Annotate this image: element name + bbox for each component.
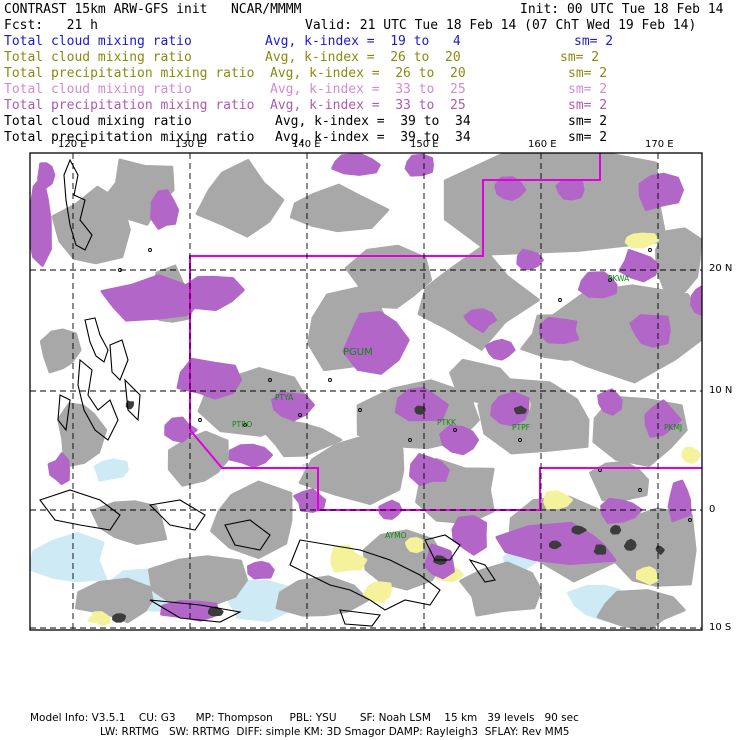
lon-label: 160 E xyxy=(528,139,557,150)
precipitation-mixing-area xyxy=(690,285,702,316)
lon-label: 130 E xyxy=(175,139,204,150)
dense-cloud-core xyxy=(549,540,562,550)
cloud-mixing-area xyxy=(148,555,248,608)
lat-label-10s: 10 S xyxy=(709,622,732,633)
dense-cloud-core xyxy=(623,538,637,551)
precipitation-mixing-area xyxy=(555,179,585,201)
model-info-line1: Model Info: V3.5.1 CU: G3 MP: Thompson P… xyxy=(30,712,579,724)
precipitation-area-yellow xyxy=(405,537,424,554)
precipitation-mixing-area xyxy=(37,162,56,189)
station-label: PTRO xyxy=(232,420,252,429)
dense-cloud-core xyxy=(414,405,426,415)
model-info-line2: LW: RRTMG SW: RRTMG DIFF: simple KM: 3D … xyxy=(100,726,570,738)
station-label: PTPF xyxy=(512,423,530,432)
lat-label-10n: 10 N xyxy=(709,385,733,396)
station-label: PTKK xyxy=(437,418,457,427)
dense-cloud-core xyxy=(593,544,607,555)
lon-label: 120 E xyxy=(58,139,87,150)
lon-label: 140 E xyxy=(292,139,321,150)
station-label: PTYA xyxy=(275,393,294,402)
precipitation-mixing-area xyxy=(404,153,434,177)
dense-cloud-core xyxy=(610,524,622,535)
dense-cloud-core xyxy=(514,405,527,415)
station-label: PGUM xyxy=(343,347,373,358)
station-label: AYMO xyxy=(385,531,407,540)
station-label: PKWA xyxy=(608,274,630,283)
light-blue-cloud-area xyxy=(93,458,129,482)
map-field-layer xyxy=(30,153,702,630)
weather-map: 120 E 130 E 140 E 150 E 160 E 170 E PTYA PGUM PT… xyxy=(29,139,703,631)
cloud-mixing-area xyxy=(655,227,702,293)
dense-cloud-core xyxy=(571,525,587,535)
precipitation-area-yellow xyxy=(681,446,702,464)
precipitation-mixing-area xyxy=(247,561,275,580)
station-label: PKMJ xyxy=(664,423,682,432)
lat-label-20n: 20 N xyxy=(709,263,733,274)
precipitation-mixing-area xyxy=(538,316,580,344)
lon-label: 170 E xyxy=(645,139,674,150)
dense-cloud-core xyxy=(112,613,126,623)
lat-label-0: 0 xyxy=(709,504,716,515)
lon-label: 150 E xyxy=(410,139,439,150)
